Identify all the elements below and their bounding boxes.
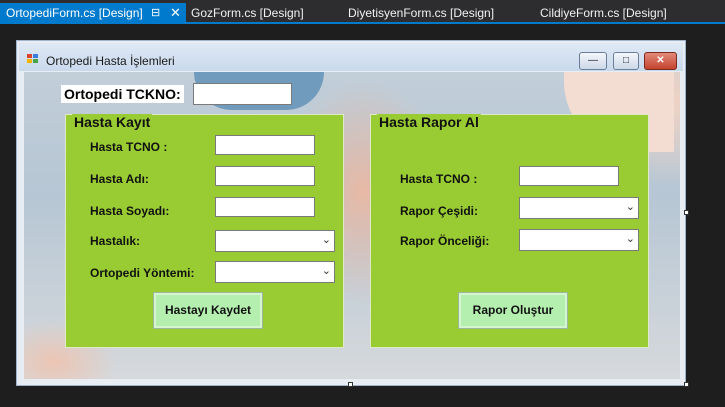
- tab-label: GozForm.cs [Design]: [191, 6, 304, 20]
- rapor-olustur-button[interactable]: Rapor Oluştur: [458, 292, 568, 329]
- resize-handle-right[interactable]: [684, 210, 689, 215]
- chevron-down-icon[interactable]: ⌄: [626, 200, 635, 213]
- close-button[interactable]: ✕: [644, 52, 677, 70]
- hasta-rapor-group: Hasta Rapor Al Hasta TCNO : Rapor Çeşidi…: [370, 114, 649, 348]
- hastalik-label: Hastalık:: [90, 234, 141, 248]
- rapor-hasta-tcno-label: Hasta TCNO :: [400, 172, 478, 186]
- close-tab-icon[interactable]: ✕: [170, 3, 181, 23]
- maximize-button[interactable]: □: [613, 52, 639, 70]
- form-designer-surface[interactable]: Ortopedi Hasta İşlemleri — □ ✕ Ortopedi …: [16, 40, 689, 387]
- hastayi-kaydet-button[interactable]: Hastayı Kaydet: [153, 292, 263, 329]
- tab-label: DiyetisyenForm.cs [Design]: [348, 6, 495, 20]
- tab-goz-form[interactable]: GozForm.cs [Design]: [191, 4, 304, 22]
- rapor-hasta-tcno-input[interactable]: [519, 166, 619, 186]
- active-tab-underline: [0, 22, 725, 24]
- rapor-cesidi-combobox[interactable]: ⌄: [519, 197, 639, 219]
- chevron-down-icon[interactable]: ⌄: [626, 232, 635, 245]
- rapor-onceligi-combobox[interactable]: ⌄: [519, 229, 639, 251]
- chevron-down-icon[interactable]: ⌄: [322, 264, 331, 277]
- document-tab-strip: OrtopediForm.cs [Design] ⊟ ✕ GozForm.cs …: [0, 0, 725, 24]
- form-title: Ortopedi Hasta İşlemleri: [46, 54, 175, 68]
- resize-handle-bottom[interactable]: [348, 382, 353, 387]
- form-app-icon: [27, 54, 39, 64]
- pin-icon[interactable]: ⊟: [151, 3, 160, 23]
- hastalik-combobox[interactable]: ⌄: [215, 230, 335, 252]
- hasta-soyadi-input[interactable]: [215, 197, 315, 217]
- tab-ortopedi-form[interactable]: OrtopediForm.cs [Design] ⊟ ✕: [0, 3, 186, 23]
- tab-diyetisyen-form[interactable]: DiyetisyenForm.cs [Design]: [348, 4, 494, 22]
- form-client-area: Ortopedi TCKNO: Hasta Kayıt Hasta TCNO :…: [24, 72, 680, 379]
- hasta-tcno-label: Hasta TCNO :: [90, 140, 168, 154]
- ortopedi-tckno-input[interactable]: [193, 83, 292, 105]
- ortopedi-yontemi-combobox[interactable]: ⌄: [215, 261, 335, 283]
- hasta-kayit-group: Hasta Kayıt Hasta TCNO : Hasta Adı: Hast…: [65, 114, 344, 348]
- hasta-adi-label: Hasta Adı:: [90, 172, 149, 186]
- tab-cildiye-form[interactable]: CildiyeForm.cs [Design]: [540, 4, 667, 22]
- chevron-down-icon[interactable]: ⌄: [322, 233, 331, 246]
- resize-handle-corner[interactable]: [684, 382, 689, 387]
- tab-label: CildiyeForm.cs [Design]: [540, 6, 667, 20]
- form-title-bar[interactable]: Ortopedi Hasta İşlemleri — □ ✕: [19, 43, 683, 71]
- rapor-cesidi-label: Rapor Çeşidi:: [400, 204, 479, 218]
- hasta-rapor-title: Hasta Rapor Al: [377, 114, 481, 130]
- rapor-onceligi-label: Rapor Önceliği:: [400, 234, 490, 248]
- minimize-button[interactable]: —: [579, 52, 607, 70]
- tab-label: OrtopediForm.cs [Design]: [6, 6, 143, 20]
- hasta-kayit-title: Hasta Kayıt: [72, 114, 153, 130]
- ortopedi-tckno-label: Ortopedi TCKNO:: [61, 85, 184, 103]
- hasta-tcno-input[interactable]: [215, 135, 315, 155]
- hasta-soyadi-label: Hasta Soyadı:: [90, 204, 170, 218]
- ortopedi-yontemi-label: Ortopedi Yöntemi:: [90, 266, 195, 280]
- hasta-adi-input[interactable]: [215, 166, 315, 186]
